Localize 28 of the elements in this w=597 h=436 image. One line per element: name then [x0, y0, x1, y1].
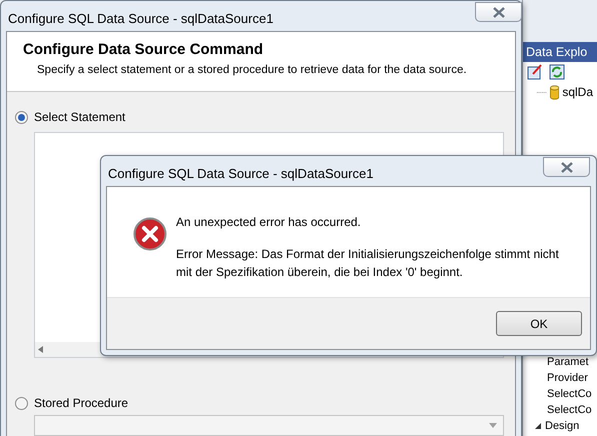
property-name[interactable]: Paramet: [523, 354, 597, 370]
radio-button[interactable]: [15, 110, 28, 124]
caret-icon: [489, 423, 497, 428]
refresh-icon[interactable]: [549, 64, 565, 80]
dotted-line-icon: [537, 90, 548, 94]
page-description: Specify a select statement or a stored procedure to retrieve data for the data source.: [36, 62, 468, 78]
close-icon: [560, 162, 574, 172]
property-category[interactable]: Design: [545, 418, 580, 434]
close-icon: [492, 6, 506, 18]
property-name[interactable]: Provider: [523, 370, 597, 386]
tree-item[interactable]: sqlDa: [562, 83, 593, 101]
left-arrow-icon[interactable]: [38, 346, 43, 353]
close-button[interactable]: [543, 157, 590, 177]
database-icon: [550, 84, 560, 100]
error-message: An unexpected error has occurred.: [176, 214, 362, 231]
window-title: Configure SQL Data Source - sqlDataSource1: [7, 10, 274, 28]
radio-label[interactable]: Select Statement: [34, 108, 126, 126]
error-detail: Error Message: Das Format der Initialisierungszeichenfolge stimmt nicht mit der Spezifikation überein, die bei Index '0' beginnt.: [176, 246, 560, 281]
property-name[interactable]: SelectCo: [523, 386, 597, 402]
window-title: Configure SQL Data Source - sqlDataSource1: [107, 165, 374, 183]
error-icon: [133, 217, 167, 251]
page-heading: Configure Data Source Command: [23, 40, 264, 60]
edit-icon[interactable]: [527, 64, 543, 80]
close-button[interactable]: [475, 2, 522, 22]
property-name[interactable]: SelectCo: [523, 402, 597, 418]
ok-button[interactable]: OK: [496, 311, 582, 336]
expanded-triangle-icon[interactable]: [534, 422, 542, 430]
panel-title: Data Explo: [523, 42, 597, 62]
